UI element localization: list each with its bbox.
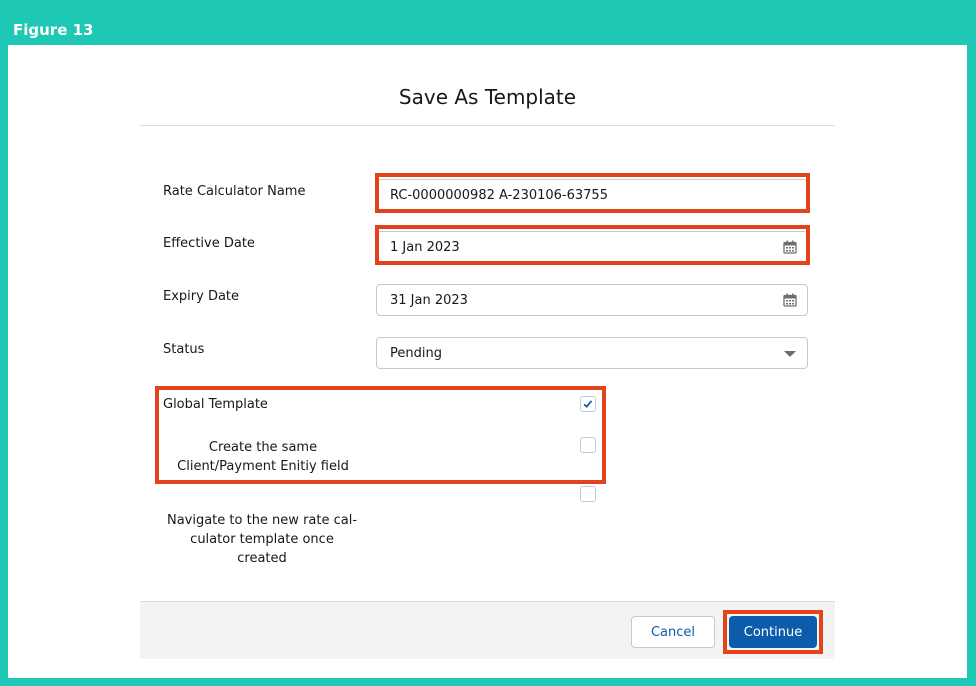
- status-label: Status: [163, 342, 205, 357]
- status-select[interactable]: Pending: [376, 337, 808, 369]
- highlight-rate-calculator-name: [375, 173, 810, 213]
- dialog-title: Save As Template: [398, 85, 577, 109]
- dialog: Save As Template Rate Calculator Name RC…: [8, 45, 967, 678]
- highlight-continue-button: [723, 610, 823, 654]
- expiry-date-label: Expiry Date: [163, 289, 240, 304]
- navigate-label-line2: culator template once: [190, 532, 334, 547]
- cancel-button[interactable]: Cancel: [631, 616, 715, 648]
- expiry-date-value: 31 Jan 2023: [390, 293, 468, 308]
- navigate-label-line1: Navigate to the new rate cal-: [166, 513, 358, 528]
- figure-frame: Figure 13 Save As Template Rate Calculat…: [0, 0, 976, 686]
- expiry-date-input[interactable]: 31 Jan 2023: [376, 284, 808, 316]
- navigate-checkbox[interactable]: [580, 486, 596, 502]
- highlight-global-template-group: [155, 386, 606, 484]
- effective-date-label: Effective Date: [163, 236, 255, 251]
- navigate-label: Navigate to the new rate cal- culator te…: [157, 511, 367, 568]
- navigate-label-line3: created: [237, 551, 287, 566]
- figure-label: Figure 13: [13, 21, 94, 39]
- title-divider: [140, 125, 835, 126]
- calendar-icon[interactable]: [783, 293, 797, 307]
- status-value: Pending: [390, 346, 442, 361]
- rate-calculator-name-label: Rate Calculator Name: [163, 184, 306, 199]
- highlight-effective-date: [375, 225, 810, 265]
- dropdown-arrow-icon[interactable]: [783, 347, 797, 361]
